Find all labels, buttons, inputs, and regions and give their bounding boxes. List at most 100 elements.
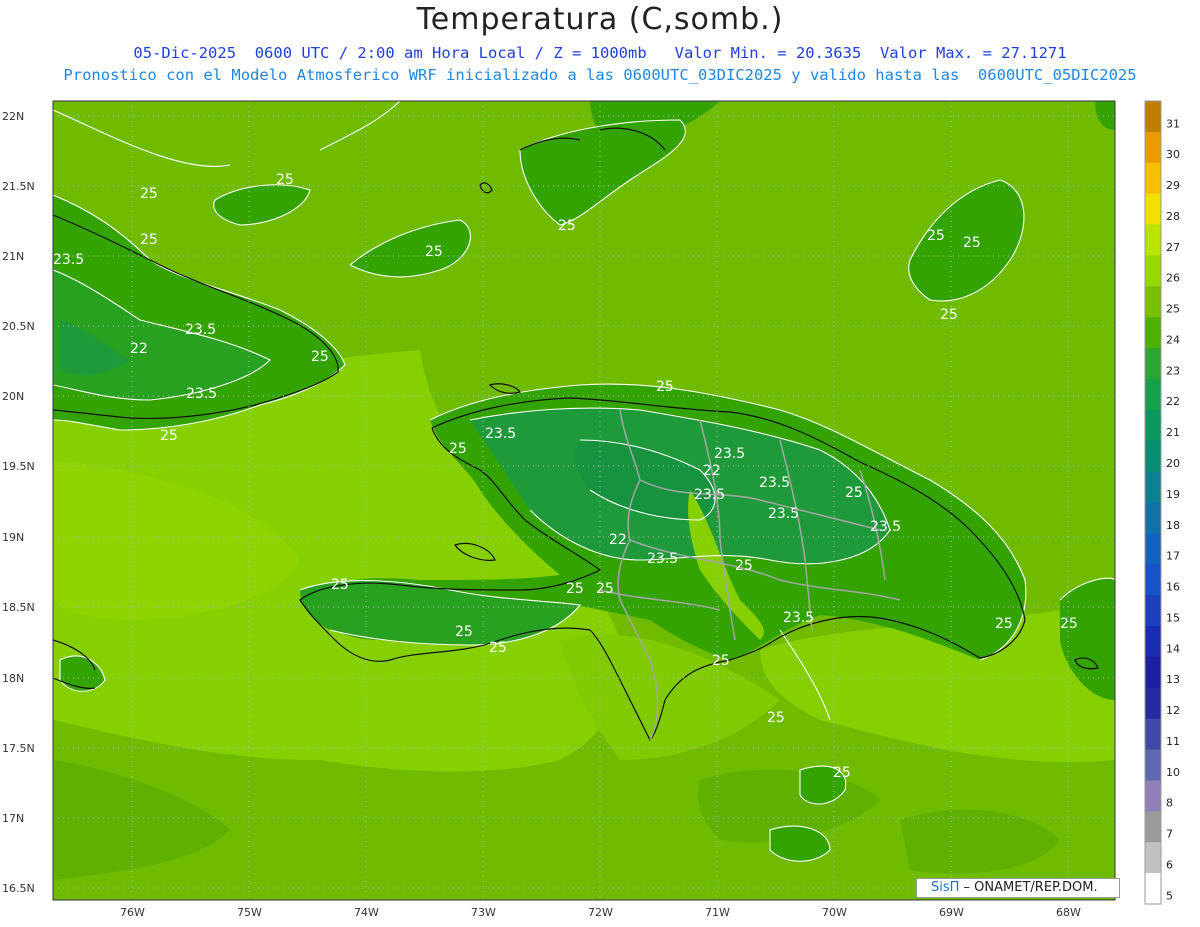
lat-label: 21N	[2, 250, 24, 263]
colorbar-label: 20	[1166, 457, 1180, 470]
colorbar-swatch	[1145, 193, 1161, 225]
colorbar-swatch	[1145, 286, 1161, 318]
colorbar-label: 17	[1166, 550, 1180, 563]
contour-label: 25	[160, 428, 178, 444]
contour-label: 25	[140, 232, 158, 248]
colorbar-label: 27	[1166, 241, 1180, 254]
temperature-map: 25 25 25 23.5 23.5 22 25 23.5 25 25 25 2…	[2, 100, 1180, 919]
colorbar-label: 10	[1166, 766, 1180, 779]
contour-label: 23.5	[783, 610, 814, 626]
colorbar-label: 22	[1166, 395, 1180, 408]
contour-label: 23.5	[186, 386, 217, 402]
contour-label: 25	[963, 235, 981, 251]
contour-label: 23.5	[485, 426, 516, 442]
lon-label: 72W	[588, 906, 613, 919]
colorbar-label: 19	[1166, 488, 1180, 501]
lat-label: 20.5N	[2, 320, 35, 333]
colorbar-swatch	[1145, 533, 1161, 565]
colorbar-label: 16	[1166, 581, 1180, 594]
contour-label: 22	[703, 463, 721, 479]
lat-label: 17N	[2, 812, 24, 825]
colorbar-label: 30	[1166, 148, 1180, 161]
colorbar-swatch	[1145, 379, 1161, 411]
sis-logo-text: SisΠ	[931, 880, 960, 895]
colorbar-swatch	[1145, 101, 1161, 133]
contour-label: 25	[455, 624, 473, 640]
lon-label: 74W	[354, 906, 379, 919]
contour-label: 22	[609, 532, 627, 548]
contour-label: 25	[425, 244, 443, 260]
contour-label: 25	[1060, 616, 1078, 632]
lon-label: 75W	[237, 906, 262, 919]
colorbar-swatch	[1145, 440, 1161, 472]
colorbar-label: 18	[1166, 519, 1180, 532]
colorbar-label: 29	[1166, 179, 1180, 192]
contour-label: 25	[767, 710, 785, 726]
contour-label: 25	[311, 349, 329, 365]
contour-label: 25	[596, 581, 614, 597]
contour-label: 25	[845, 485, 863, 501]
colorbar-label: 6	[1166, 859, 1173, 872]
contour-label: 25	[558, 218, 576, 234]
credit-box: SisΠ – ONAMET/REP.DOM.	[916, 878, 1120, 898]
colorbar-swatch	[1145, 780, 1161, 812]
colorbar-swatch	[1145, 502, 1161, 534]
lat-label: 19N	[2, 531, 24, 544]
contour-label: 25	[566, 581, 584, 597]
latitude-axis: 22N 21.5N 21N 20.5N 20N 19.5N 19N 18.5N …	[2, 110, 35, 895]
colorbar-label: 26	[1166, 272, 1180, 285]
colorbar-swatch	[1145, 564, 1161, 596]
colorbar-label: 14	[1166, 642, 1180, 655]
lon-label: 70W	[822, 906, 847, 919]
colorbar-swatch	[1145, 317, 1161, 349]
contour-label: 25	[140, 186, 158, 202]
colorbar-swatch	[1145, 749, 1161, 781]
contour-label: 23.5	[714, 446, 745, 462]
colorbar-swatch	[1145, 595, 1161, 627]
colorbar-label: 24	[1166, 333, 1180, 346]
lat-label: 20N	[2, 390, 24, 403]
contour-label: 23.5	[759, 475, 790, 491]
lat-label: 18N	[2, 672, 24, 685]
colorbar-swatch	[1145, 687, 1161, 719]
lon-label: 71W	[705, 906, 730, 919]
contour-label: 23.5	[768, 506, 799, 522]
contour-label: 23.5	[647, 551, 678, 567]
colorbar-label: 15	[1166, 611, 1180, 624]
lon-label: 73W	[471, 906, 496, 919]
contour-label: 23.5	[694, 487, 725, 503]
contour-label: 23.5	[870, 519, 901, 535]
colorbar-swatch	[1145, 224, 1161, 256]
lat-label: 22N	[2, 110, 24, 123]
contour-label: 23.5	[185, 322, 216, 338]
colorbar-swatch	[1145, 626, 1161, 658]
contour-label: 25	[331, 577, 349, 593]
contour-label: 25	[927, 228, 945, 244]
colorbar-swatch	[1145, 873, 1161, 905]
contour-label: 25	[833, 765, 851, 781]
colorbar-label: 25	[1166, 303, 1180, 316]
colorbar-label: 11	[1166, 735, 1180, 748]
contour-label: 23.5	[53, 252, 84, 268]
colorbar-label: 28	[1166, 210, 1180, 223]
colorbar-swatch	[1145, 162, 1161, 194]
lat-label: 16.5N	[2, 882, 35, 895]
colorbar-swatch	[1145, 811, 1161, 843]
colorbar-label: 23	[1166, 364, 1180, 377]
credit-text: – ONAMET/REP.DOM.	[959, 880, 1098, 895]
colorbar-label: 7	[1166, 828, 1173, 841]
lon-label: 69W	[939, 906, 964, 919]
contour-label: 25	[735, 558, 753, 574]
colorbar-swatch	[1145, 348, 1161, 380]
colorbar-swatch	[1145, 131, 1161, 164]
lat-label: 17.5N	[2, 742, 35, 755]
colorbar-swatch	[1145, 255, 1161, 287]
colorbar-label: 12	[1166, 704, 1180, 717]
lon-label: 68W	[1056, 906, 1081, 919]
contour-label: 25	[656, 379, 674, 395]
colorbar-label: 5	[1166, 889, 1173, 902]
contour-label: 25	[712, 653, 730, 669]
contour-label: 25	[276, 172, 294, 188]
colorbar-label: 21	[1166, 426, 1180, 439]
contour-label: 22	[130, 341, 148, 357]
